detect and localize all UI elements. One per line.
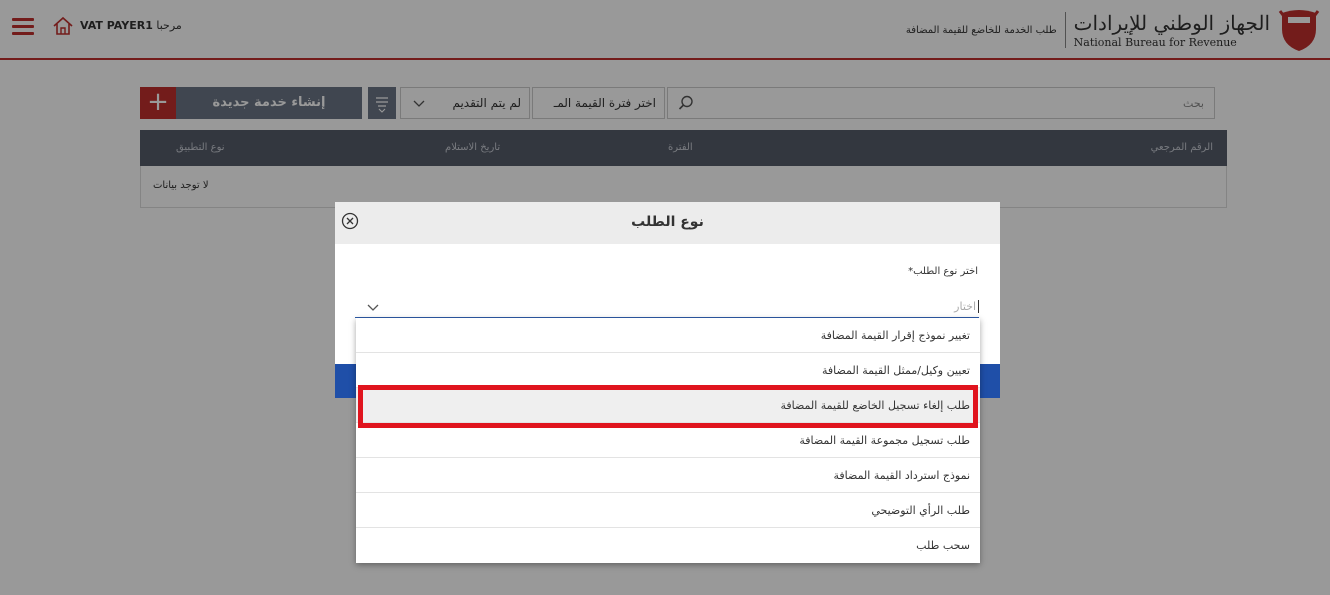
request-type-label: اختر نوع الطلب* [908, 266, 978, 277]
dropdown-option[interactable]: تعيين وكيل/ممثل القيمة المضافة [356, 353, 980, 388]
chevron-down-icon [367, 304, 379, 311]
dropdown-option-highlighted[interactable]: طلب إلغاء تسجيل الخاضع للقيمة المضافة [356, 388, 980, 423]
modal-header: نوع الطلب [335, 202, 1000, 244]
dropdown-option[interactable]: سحب طلب [356, 528, 980, 563]
dropdown-option[interactable]: طلب تسجيل مجموعة القيمة المضافة [356, 423, 980, 458]
dropdown-option[interactable]: تغيير نموذج إقرار القيمة المضافة [356, 318, 980, 353]
request-type-select[interactable]: اختار [355, 298, 979, 318]
modal-title: نوع الطلب [631, 214, 704, 230]
dropdown-option[interactable]: نموذج استرداد القيمة المضافة [356, 458, 980, 493]
select-placeholder: اختار [954, 300, 979, 313]
request-type-dropdown: تغيير نموذج إقرار القيمة المضافة تعيين و… [356, 318, 980, 563]
dropdown-option[interactable]: طلب الرأي التوضيحي [356, 493, 980, 528]
close-icon[interactable] [341, 212, 359, 230]
